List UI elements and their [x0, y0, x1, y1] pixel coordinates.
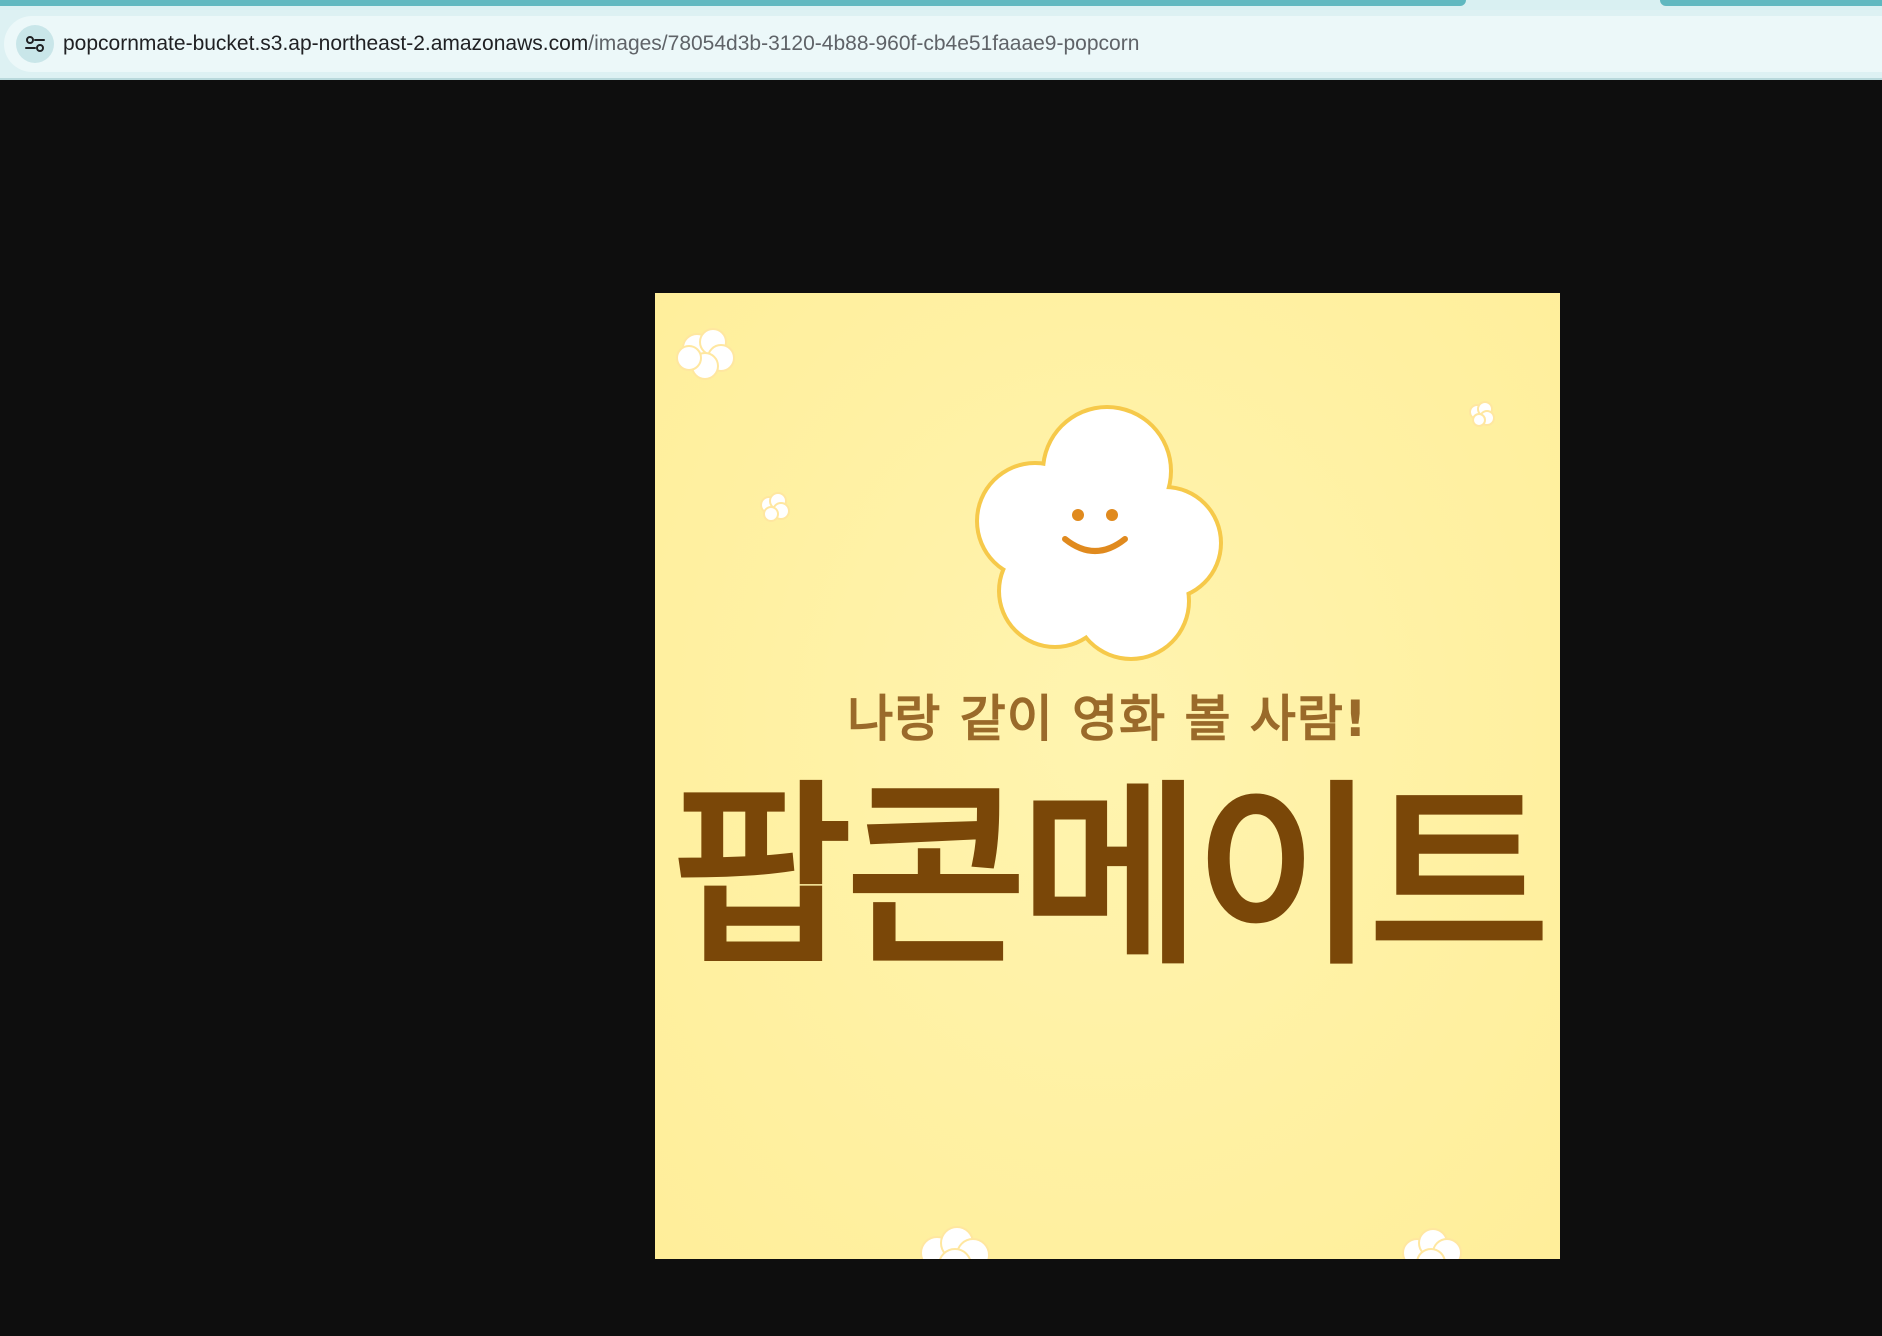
url-host: popcornmate-bucket.s3.ap-northeast-2.ama… — [63, 32, 589, 55]
tune-icon — [24, 35, 46, 53]
smiling-popcorn-icon — [975, 405, 1223, 661]
url-text[interactable]: popcornmate-bucket.s3.ap-northeast-2.ama… — [63, 31, 1139, 57]
popcornmate-image: 나랑 같이 영화 볼 사람! 팝콘메이트 — [655, 293, 1560, 1259]
browser-toolbar: popcornmate-bucket.s3.ap-northeast-2.ama… — [0, 10, 1882, 80]
poster-brand-title: 팝콘메이트 — [671, 764, 1550, 992]
poster-subtitle: 나랑 같이 영화 볼 사람! — [847, 690, 1368, 748]
tab-strip-left — [0, 0, 1466, 6]
image-viewport: 나랑 같이 영화 볼 사람! 팝콘메이트 — [0, 80, 1882, 1336]
tab-strip — [0, 0, 1882, 10]
site-info-button[interactable] — [16, 25, 54, 63]
address-bar[interactable]: popcornmate-bucket.s3.ap-northeast-2.ama… — [4, 16, 1882, 72]
url-path: /images/78054d3b-3120-4b88-960f-cb4e51fa… — [588, 32, 1140, 55]
tab-strip-right — [1660, 0, 1882, 6]
